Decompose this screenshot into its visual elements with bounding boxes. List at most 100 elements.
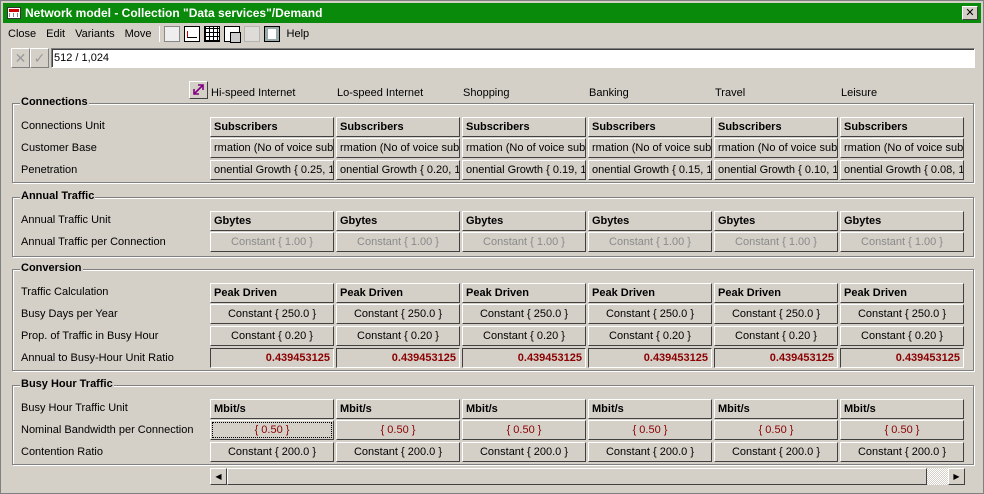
cancel-edit-button[interactable]: ✕	[11, 48, 30, 68]
grid-cell[interactable]: Constant { 200.0 }	[210, 442, 334, 462]
grid-cell[interactable]: Constant { 0.20 }	[336, 326, 460, 346]
grid-cell[interactable]: Gbytes	[462, 211, 586, 231]
grid-cell[interactable]: Mbit/s	[462, 399, 586, 419]
grid-cell[interactable]: { 0.50 }	[588, 420, 712, 440]
grid-cell[interactable]: Subscribers	[588, 117, 712, 137]
grid-cell[interactable]: Constant { 250.0 }	[336, 304, 460, 324]
grid-cell[interactable]: Gbytes	[840, 211, 964, 231]
grid-cell[interactable]: Gbytes	[210, 211, 334, 231]
grid-cell[interactable]: Constant { 0.20 }	[588, 326, 712, 346]
grid-cell[interactable]: Constant { 1.00 }	[462, 232, 586, 252]
grid-cell[interactable]: rmation (No of voice subs	[714, 138, 838, 158]
grid-cell[interactable]: Constant { 250.0 }	[840, 304, 964, 324]
table-icon[interactable]	[203, 25, 220, 42]
grid-cell[interactable]: onential Growth { 0.19, 1.	[462, 160, 586, 180]
window-close-button[interactable]: ✕	[962, 6, 978, 20]
grid-cell[interactable]: rmation (No of voice subs	[462, 138, 586, 158]
grid-cell[interactable]: Constant { 0.20 }	[462, 326, 586, 346]
grid-cell[interactable]: Peak Driven	[210, 283, 334, 303]
grid-cell[interactable]: { 0.50 }	[714, 420, 838, 440]
chart-icon[interactable]	[183, 25, 200, 42]
column-header: Leisure	[841, 87, 878, 99]
menu-variants[interactable]: Variants	[70, 28, 120, 40]
grid-cell[interactable]: Constant { 250.0 }	[714, 304, 838, 324]
grid-cell[interactable]: Constant { 1.00 }	[714, 232, 838, 252]
grid-cell[interactable]: Mbit/s	[210, 399, 334, 419]
grid-cell[interactable]: 0.439453125	[840, 348, 964, 368]
grid-cell[interactable]: 0.439453125	[336, 348, 460, 368]
grid-cell[interactable]: Peak Driven	[588, 283, 712, 303]
grid-cell[interactable]: Subscribers	[336, 117, 460, 137]
grid-cell[interactable]: Constant { 200.0 }	[588, 442, 712, 462]
menu-move[interactable]: Move	[120, 28, 157, 40]
grid-cell[interactable]: Constant { 200.0 }	[840, 442, 964, 462]
grid-cell[interactable]: Constant { 200.0 }	[336, 442, 460, 462]
row-label: Contention Ratio	[21, 446, 103, 458]
grid-cell[interactable]: Constant { 0.20 }	[840, 326, 964, 346]
column-header: Travel	[715, 87, 746, 99]
grid-cell[interactable]: Gbytes	[714, 211, 838, 231]
grid-cell[interactable]: Subscribers	[714, 117, 838, 137]
accept-edit-button[interactable]: ✓	[30, 48, 49, 68]
grid-cell[interactable]: 0.439453125	[588, 348, 712, 368]
grid-cell[interactable]: onential Growth { 0.20, 1.	[336, 160, 460, 180]
grid-cell[interactable]: Constant { 250.0 }	[462, 304, 586, 324]
grid-cell[interactable]: Constant { 1.00 }	[840, 232, 964, 252]
grid-cell[interactable]: onential Growth { 0.15, 1.	[588, 160, 712, 180]
grid-cell[interactable]: rmation (No of voice subs	[588, 138, 712, 158]
edit-icon[interactable]	[163, 25, 180, 42]
column-header: Banking	[589, 87, 629, 99]
grid-cell[interactable]: onential Growth { 0.25, 1.	[210, 160, 334, 180]
row-label: Busy Days per Year	[21, 308, 118, 320]
formula-input[interactable]: 512 / 1,024	[51, 48, 975, 68]
grid-cell[interactable]: Constant { 1.00 }	[588, 232, 712, 252]
grid-cell[interactable]: onential Growth { 0.10, 1.	[714, 160, 838, 180]
grid-cell[interactable]: Constant { 250.0 }	[210, 304, 334, 324]
grid-cell[interactable]: Constant { 250.0 }	[588, 304, 712, 324]
row-label: Connections Unit	[21, 120, 105, 132]
grid-cell[interactable]: Constant { 1.00 }	[336, 232, 460, 252]
grid-view-icon[interactable]	[223, 25, 241, 43]
grid-cell[interactable]: 0.439453125	[714, 348, 838, 368]
grid-cell[interactable]: 0.439453125	[462, 348, 586, 368]
scrollbar-thumb[interactable]	[227, 468, 927, 485]
grid-cell[interactable]: Peak Driven	[714, 283, 838, 303]
grid-cell[interactable]: rmation (No of voice subs	[210, 138, 334, 158]
grid-cell[interactable]: Mbit/s	[588, 399, 712, 419]
menu-close[interactable]: Close	[3, 28, 41, 40]
grid-cell[interactable]: Constant { 0.20 }	[210, 326, 334, 346]
grid-cell[interactable]: { 0.50 }	[210, 420, 334, 440]
scroll-right-arrow-icon[interactable]: ▶	[948, 468, 965, 485]
scroll-left-arrow-icon[interactable]: ◀	[210, 468, 227, 485]
menu-edit[interactable]: Edit	[41, 28, 70, 40]
grid-cell[interactable]: Subscribers	[840, 117, 964, 137]
grid-cell[interactable]: Gbytes	[336, 211, 460, 231]
grid-cell[interactable]: { 0.50 }	[840, 420, 964, 440]
grid-cell[interactable]: Peak Driven	[336, 283, 460, 303]
grid-cell[interactable]: Constant { 200.0 }	[714, 442, 838, 462]
grid-cell[interactable]: Subscribers	[462, 117, 586, 137]
grid-cell[interactable]: Mbit/s	[336, 399, 460, 419]
group-title: Conversion	[20, 262, 83, 274]
horizontal-scrollbar[interactable]: ◀ ▶	[210, 468, 965, 485]
grid-cell[interactable]: Mbit/s	[714, 399, 838, 419]
expand-arrow-icon[interactable]	[189, 81, 208, 99]
grid-cell[interactable]: { 0.50 }	[462, 420, 586, 440]
grid-cell[interactable]: Subscribers	[210, 117, 334, 137]
grid-cell[interactable]: Peak Driven	[840, 283, 964, 303]
menu-help[interactable]: Help	[282, 28, 315, 40]
grid-cell[interactable]: 0.439453125	[210, 348, 334, 368]
grid-cell[interactable]: Constant { 0.20 }	[714, 326, 838, 346]
grid-cell[interactable]: Mbit/s	[840, 399, 964, 419]
main-window: Network model - Collection "Data service…	[0, 0, 984, 494]
grid-cell[interactable]: { 0.50 }	[336, 420, 460, 440]
grid-cell[interactable]: rmation (No of voice subs	[336, 138, 460, 158]
grid-cell[interactable]: Gbytes	[588, 211, 712, 231]
grid-cell[interactable]: rmation (No of voice subs	[840, 138, 964, 158]
window-title: Network model - Collection "Data service…	[25, 6, 323, 20]
clipboard-icon[interactable]	[263, 25, 280, 42]
grid-cell[interactable]: Constant { 200.0 }	[462, 442, 586, 462]
grid-cell[interactable]: Peak Driven	[462, 283, 586, 303]
grid-cell[interactable]: onential Growth { 0.08, 1.	[840, 160, 964, 180]
grid-cell[interactable]: Constant { 1.00 }	[210, 232, 334, 252]
